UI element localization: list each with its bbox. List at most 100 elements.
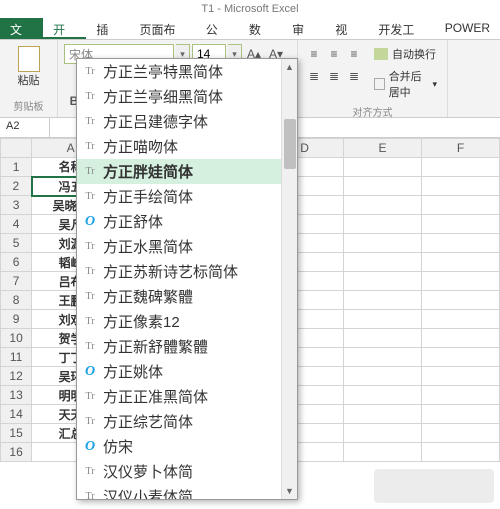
row-header[interactable]: 9 <box>1 310 32 329</box>
paste-button[interactable]: 粘贴 <box>9 44 49 90</box>
col-header[interactable]: E <box>344 139 422 158</box>
font-option[interactable]: O方正舒体 <box>77 209 282 234</box>
cell[interactable] <box>422 234 500 253</box>
align-center-icon[interactable]: ≣ <box>324 66 344 86</box>
align-left-icon[interactable]: ≣ <box>304 66 324 86</box>
cell[interactable] <box>344 253 422 272</box>
cell[interactable] <box>344 405 422 424</box>
tab-file[interactable]: 文件 <box>0 18 43 39</box>
scroll-down-icon[interactable]: ▼ <box>282 483 297 499</box>
font-option[interactable]: Tr方正综艺简体 <box>77 409 282 434</box>
font-option-label: 方正姚体 <box>103 361 163 382</box>
wrap-text-button[interactable]: 自动换行 <box>370 44 441 64</box>
tab-view[interactable]: 视图 <box>325 18 368 39</box>
name-box[interactable]: A2 <box>0 118 50 137</box>
row-header[interactable]: 6 <box>1 253 32 272</box>
font-option[interactable]: Tr方正兰亭细黑简体 <box>77 84 282 109</box>
align-right-icon[interactable]: ≣ <box>344 66 364 86</box>
align-bot-icon[interactable]: ≡ <box>344 44 364 64</box>
row-header[interactable]: 3 <box>1 196 32 215</box>
cell[interactable] <box>422 253 500 272</box>
tab-layout[interactable]: 页面布局 <box>129 18 195 39</box>
tab-power[interactable]: POWER <box>435 18 500 39</box>
cell[interactable] <box>422 367 500 386</box>
cell[interactable] <box>344 329 422 348</box>
cell[interactable] <box>422 424 500 443</box>
row-header[interactable]: 15 <box>1 424 32 443</box>
cell[interactable] <box>422 386 500 405</box>
tab-home[interactable]: 开始 <box>43 18 86 39</box>
font-option[interactable]: Tr汉仪萝卜体简 <box>77 459 282 484</box>
cell[interactable] <box>344 443 422 462</box>
cell[interactable] <box>422 443 500 462</box>
tab-review[interactable]: 审阅 <box>282 18 325 39</box>
cell[interactable] <box>422 310 500 329</box>
cell[interactable] <box>344 215 422 234</box>
cell[interactable] <box>344 348 422 367</box>
align-mid-icon[interactable]: ≡ <box>324 44 344 64</box>
font-option[interactable]: Tr方正正准黑简体 <box>77 384 282 409</box>
tab-dev[interactable]: 开发工具 <box>368 18 434 39</box>
font-option-label: 方正胖娃简体 <box>103 161 193 182</box>
font-option[interactable]: Tr方正魏碑繁體 <box>77 284 282 309</box>
font-dropdown-list[interactable]: Tr方正兰亭特黑简体Tr方正兰亭细黑简体Tr方正吕建德字体Tr方正喵吻体Tr方正… <box>76 58 298 500</box>
align-group-label: 对齐方式 <box>304 104 441 119</box>
row-header[interactable]: 14 <box>1 405 32 424</box>
row-header[interactable]: 13 <box>1 386 32 405</box>
tab-formula[interactable]: 公式 <box>196 18 239 39</box>
cell[interactable] <box>344 291 422 310</box>
scroll-up-icon[interactable]: ▲ <box>282 59 297 75</box>
font-option[interactable]: O 方正姚体 <box>77 359 282 384</box>
cell[interactable] <box>344 272 422 291</box>
font-option[interactable]: Tr方正水黑简体 <box>77 234 282 259</box>
cell[interactable] <box>422 405 500 424</box>
row-header[interactable]: 4 <box>1 215 32 234</box>
font-option[interactable]: Tr汉仪小麦体简 <box>77 484 282 499</box>
cell[interactable] <box>344 424 422 443</box>
row-header[interactable]: 11 <box>1 348 32 367</box>
font-option[interactable]: Tr方正新舒體繁體 <box>77 334 282 359</box>
font-option[interactable]: Tr方正吕建德字体 <box>77 109 282 134</box>
cell[interactable] <box>422 272 500 291</box>
merge-center-button[interactable]: 合并后居中▾ <box>370 66 441 102</box>
cell[interactable] <box>344 196 422 215</box>
cell[interactable] <box>344 386 422 405</box>
font-option[interactable]: Tr方正喵吻体 <box>77 134 282 159</box>
select-all-corner[interactable] <box>1 139 32 158</box>
cell[interactable] <box>344 367 422 386</box>
cell[interactable] <box>422 291 500 310</box>
cell[interactable] <box>422 158 500 177</box>
font-option[interactable]: O仿宋 <box>77 434 282 459</box>
cell[interactable] <box>344 310 422 329</box>
cell[interactable] <box>422 329 500 348</box>
row-header[interactable]: 1 <box>1 158 32 177</box>
font-option[interactable]: Tr方正苏新诗艺标简体 <box>77 259 282 284</box>
font-option[interactable]: Tr方正胖娃简体 <box>77 159 282 184</box>
cell[interactable] <box>422 215 500 234</box>
row-header[interactable]: 5 <box>1 234 32 253</box>
font-opentype-icon: O <box>83 365 97 379</box>
row-header[interactable]: 8 <box>1 291 32 310</box>
row-header[interactable]: 2 <box>1 177 32 196</box>
cell[interactable] <box>422 177 500 196</box>
scroll-thumb[interactable] <box>284 119 296 169</box>
dropdown-scrollbar[interactable]: ▲ ▼ <box>281 59 297 499</box>
row-header[interactable]: 10 <box>1 329 32 348</box>
row-header[interactable]: 12 <box>1 367 32 386</box>
font-option-label: 汉仪萝卜体简 <box>103 461 193 482</box>
col-header[interactable]: F <box>422 139 500 158</box>
row-header[interactable]: 16 <box>1 443 32 462</box>
align-top-icon[interactable]: ≡ <box>304 44 324 64</box>
cell[interactable] <box>344 177 422 196</box>
font-truetype-icon: Tr <box>83 140 97 154</box>
row-header[interactable]: 7 <box>1 272 32 291</box>
cell[interactable] <box>344 234 422 253</box>
tab-data[interactable]: 数据 <box>239 18 282 39</box>
cell[interactable] <box>422 348 500 367</box>
cell[interactable] <box>344 158 422 177</box>
font-option[interactable]: Tr方正手绘简体 <box>77 184 282 209</box>
font-option[interactable]: Tr方正像素12 <box>77 309 282 334</box>
font-option[interactable]: Tr方正兰亭特黑简体 <box>77 59 282 84</box>
cell[interactable] <box>422 196 500 215</box>
tab-insert[interactable]: 插入 <box>86 18 129 39</box>
